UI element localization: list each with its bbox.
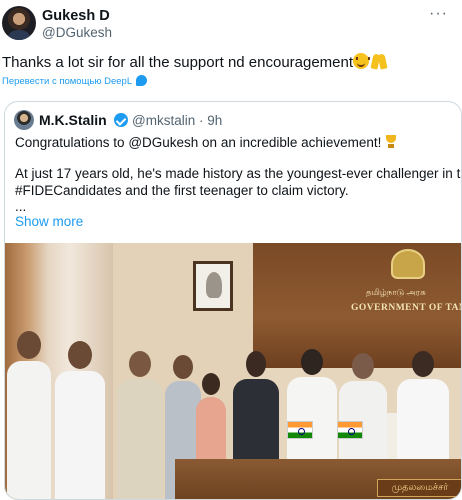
tweet: Gukesh D @DGukesh ··· Thanks a lot sir f…: [0, 0, 462, 500]
smiling-face-emoji-icon: [353, 53, 371, 69]
quote-time[interactable]: · 9h: [199, 113, 222, 128]
translate-label[interactable]: Перевести с помощью DeepL: [2, 76, 132, 87]
quote-photo[interactable]: தமிழ்நாடு அரசு GOVERNMENT OF TAMIL N: [5, 243, 461, 499]
photo-portrait-frame: [193, 261, 233, 311]
india-flag-icon: [287, 421, 313, 439]
show-more-link[interactable]: Show more: [15, 214, 83, 229]
photo-sign-english: GOVERNMENT OF TAMIL N: [351, 303, 461, 313]
more-horizontal-icon[interactable]: ···: [429, 6, 448, 22]
quote-author-name[interactable]: M.K.Stalin: [39, 112, 107, 128]
quoted-tweet[interactable]: M.K.Stalin @mkstalin · 9h Congratulation…: [4, 101, 462, 500]
quote-author-handle-time: @mkstalin · 9h: [132, 113, 222, 128]
quote-author-avatar[interactable]: [14, 110, 34, 130]
tweet-text-body: Thanks a lot sir for all the support nd …: [2, 54, 354, 71]
photo-sign-tamil: தமிழ்நாடு அரசு: [366, 287, 426, 297]
quote-text-line-1: Congratulations to @DGukesh on an incred…: [15, 135, 398, 150]
india-flag-icon: [337, 421, 363, 439]
photo-nameplate: முதலமைச்சர்: [377, 479, 461, 497]
quote-text-line-2: At just 17 years old, he's made history …: [15, 166, 462, 181]
trophy-emoji-icon: [384, 135, 398, 149]
quote-author-handle[interactable]: @mkstalin: [132, 113, 195, 128]
photo-person: [7, 331, 51, 499]
tamil-nadu-emblem-icon: [391, 249, 425, 279]
author-handle[interactable]: @DGukesh: [42, 25, 112, 40]
deepl-icon: [136, 75, 148, 86]
quote-text-congrats: Congratulations to @DGukesh on an incred…: [15, 135, 382, 150]
photo-person: [55, 341, 105, 499]
author-name[interactable]: Gukesh D: [42, 8, 110, 24]
verified-badge-icon: [114, 113, 128, 127]
photo-person: [117, 351, 163, 499]
quote-text-ellipsis: ...: [15, 199, 27, 214]
translate-link[interactable]: Перевести с помощью DeepL: [2, 75, 148, 87]
folded-hands-emoji-icon: [371, 53, 387, 69]
tweet-text: Thanks a lot sir for all the support nd …: [2, 53, 387, 71]
quote-text-line-3: #FIDECandidates and the first teenager t…: [15, 183, 349, 198]
author-avatar[interactable]: [2, 6, 36, 40]
